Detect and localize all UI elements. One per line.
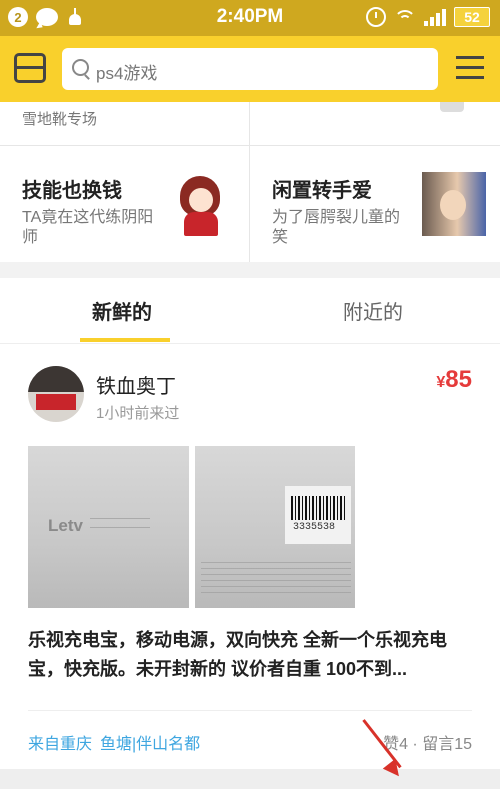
app-header: ps4游戏 — [0, 36, 500, 102]
user-name[interactable]: 铁血奥丁 — [96, 370, 176, 399]
category-subtitle: TA竟在这代练阴阳师 — [22, 209, 154, 246]
category-title: 闲置转手爱 — [272, 180, 372, 202]
feed-tabs: 新鲜的 附近的 — [0, 278, 500, 344]
barcode-number: 3335538 — [293, 522, 336, 533]
search-placeholder: ps4游戏 — [96, 64, 158, 83]
price-value: 85 — [445, 366, 472, 393]
category-menu-icon[interactable] — [14, 53, 46, 83]
barcode-icon — [291, 496, 347, 520]
hamburger-menu-icon[interactable] — [456, 56, 484, 80]
comment-count[interactable]: 留言15 — [422, 736, 472, 753]
avatar[interactable] — [28, 366, 84, 422]
alarm-icon — [366, 7, 386, 27]
category-card-charity[interactable]: 闲置转手爱 为了唇腭裂儿童的笑 — [250, 146, 499, 262]
barcode-label: 3335538 — [285, 486, 351, 544]
next-card-edge — [0, 769, 500, 789]
post-stats: 赞4 · 留言15 — [383, 736, 472, 753]
category-card-skill[interactable]: 技能也换钱 TA竟在这代练阴阳师 — [0, 146, 249, 262]
baby-photo-thumbnail — [422, 172, 486, 236]
wifi-icon — [394, 8, 416, 26]
product-photo[interactable]: 3335538 — [195, 446, 355, 608]
photo-brand-text: Letv — [48, 516, 83, 535]
anime-girl-thumbnail — [170, 172, 234, 236]
category-cut-subtitle[interactable]: 雪地靴专场 — [22, 108, 97, 129]
last-seen-time: 1小时前来过 — [96, 405, 180, 422]
location-city[interactable]: 来自重庆 — [28, 736, 92, 753]
search-input[interactable]: ps4游戏 — [62, 48, 438, 90]
category-cut-thumbnail — [440, 102, 464, 112]
post-card[interactable]: 铁血奥丁 1小时前来过 ¥85 Letv 3335538 乐视充电宝，移动电源，… — [0, 344, 500, 769]
active-tab-indicator — [80, 338, 170, 342]
post-location: 来自重庆 鱼塘|伴山名都 — [28, 730, 208, 754]
price: ¥85 — [436, 366, 472, 394]
search-icon — [72, 59, 89, 76]
category-grid: 雪地靴专场 技能也换钱 TA竟在这代练阴阳师 闲置转手爱 为了唇腭裂儿童的笑 — [0, 102, 500, 262]
tab-fresh[interactable]: 新鲜的 — [92, 296, 152, 325]
signal-icon — [424, 8, 446, 26]
battery-icon: 52 — [454, 7, 490, 27]
post-description[interactable]: 乐视充电宝，移动电源，双向快充 全新一个乐视充电宝，快充版。未开封新的 议价者自… — [28, 626, 476, 684]
category-title: 技能也换钱 — [22, 180, 122, 202]
category-subtitle: 为了唇腭裂儿童的笑 — [272, 209, 401, 246]
price-currency: ¥ — [436, 374, 446, 391]
tab-nearby[interactable]: 附近的 — [343, 296, 403, 325]
status-bar: 2 2:40PM 52 — [0, 0, 500, 36]
product-photo[interactable]: Letv — [28, 446, 189, 608]
location-pond[interactable]: 鱼塘|伴山名都 — [100, 736, 200, 753]
divider — [28, 710, 472, 711]
